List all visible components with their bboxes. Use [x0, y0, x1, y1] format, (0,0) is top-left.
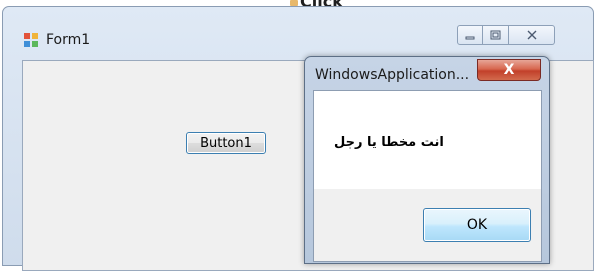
maximize-icon — [490, 30, 501, 40]
message-box-close-button[interactable]: X — [477, 59, 541, 81]
minimize-icon — [465, 36, 475, 40]
close-icon: X — [503, 62, 515, 78]
caption-buttons — [457, 25, 555, 47]
button1[interactable]: Button1 — [186, 132, 266, 154]
message-box-title: WindowsApplication... — [315, 67, 470, 83]
close-icon — [527, 30, 536, 40]
minimize-button[interactable] — [457, 25, 483, 45]
form-title: Form1 — [46, 32, 91, 48]
message-box-window: WindowsApplication... X انت مخطا يا رجل … — [304, 56, 550, 264]
form-close-button[interactable] — [509, 25, 555, 45]
ok-button[interactable]: OK — [423, 208, 531, 242]
message-box-body: انت مخطا يا رجل OK — [313, 90, 542, 262]
form-app-icon — [23, 32, 39, 48]
maximize-button[interactable] — [483, 25, 509, 45]
message-text: انت مخطا يا رجل — [334, 135, 444, 150]
